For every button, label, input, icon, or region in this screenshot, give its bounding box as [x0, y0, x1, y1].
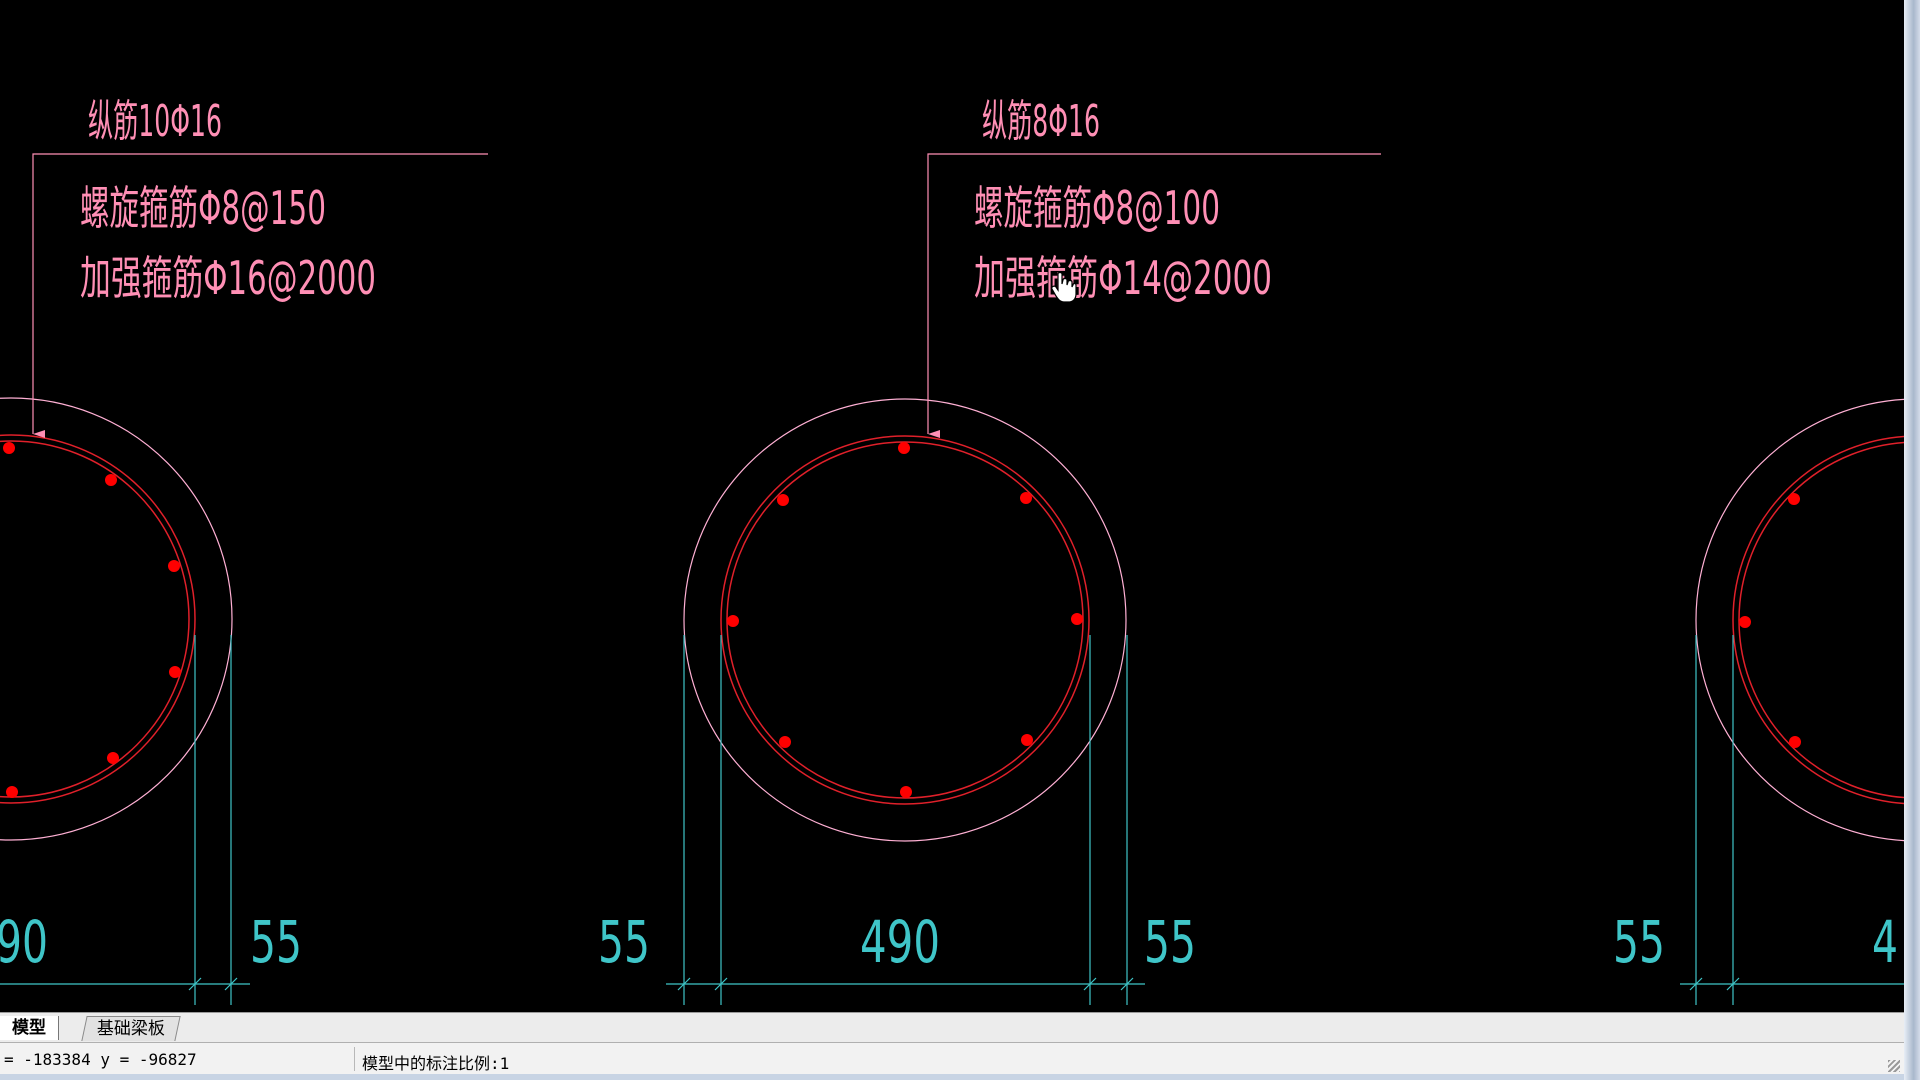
- coordinate-readout: = -183384 y = -96827: [4, 1050, 197, 1069]
- drawing-svg[interactable]: 纵筋10Φ16 螺旋箍筋Φ8@150 加强箍筋Φ16@2000 90 55 纵筋…: [0, 0, 1904, 1012]
- left-longitudinal-label: 纵筋10Φ16: [88, 96, 222, 147]
- window-right-edge: [1904, 0, 1920, 1080]
- middle-rebar-dots: [727, 442, 1083, 798]
- status-bar: = -183384 y = -96827 模型中的标注比例:1: [0, 1042, 1904, 1075]
- rebar-dot: [779, 736, 791, 748]
- left-dim-cover: 55: [250, 908, 302, 976]
- tab-model[interactable]: 模型: [0, 1016, 59, 1040]
- resize-grip-icon[interactable]: [1888, 1060, 1900, 1072]
- rebar-dot: [898, 442, 910, 454]
- status-separator: [354, 1047, 355, 1071]
- middle-reinforce-label: 加强箍筋Φ14@2000: [974, 251, 1272, 305]
- rebar-dot: [1788, 493, 1800, 505]
- right-dim-inner: 4: [1872, 908, 1898, 976]
- window-bottom-edge: [0, 1074, 1904, 1080]
- rebar-dot: [1789, 736, 1801, 748]
- rebar-dot: [1071, 613, 1083, 625]
- drawing-canvas[interactable]: 纵筋10Φ16 螺旋箍筋Φ8@150 加强箍筋Φ16@2000 90 55 纵筋…: [0, 0, 1904, 1012]
- rebar-dot: [1739, 616, 1751, 628]
- rebar-dot: [168, 560, 180, 572]
- left-dim-inner: 90: [0, 908, 48, 976]
- middle-stirrup-outer: [720, 435, 1090, 805]
- tab-model-label: 模型: [12, 1018, 46, 1038]
- left-reinforce-label: 加强箍筋Φ16@2000: [80, 251, 376, 305]
- left-stirrup-outer: [0, 434, 196, 804]
- left-stirrup-inner: [0, 440, 190, 798]
- column-section-right: 55 4: [1613, 398, 1904, 1005]
- right-stirrup-outer: [1732, 435, 1904, 805]
- annotation-scale-note: 模型中的标注比例:1: [362, 1054, 510, 1073]
- right-stirrup-inner: [1738, 441, 1904, 799]
- rebar-dot: [6, 786, 18, 798]
- middle-dim-inner: 490: [860, 908, 940, 976]
- rebar-dot: [900, 786, 912, 798]
- left-spiral-label: 螺旋箍筋Φ8@150: [80, 181, 326, 235]
- rebar-dot: [169, 666, 181, 678]
- right-outer-circle: [1695, 398, 1904, 842]
- column-section-left: 纵筋10Φ16 螺旋箍筋Φ8@150 加强箍筋Φ16@2000 90 55: [0, 96, 488, 1005]
- left-rebar-dots: [3, 442, 181, 798]
- middle-dim-right-cover: 55: [1144, 908, 1196, 976]
- rebar-dot: [727, 615, 739, 627]
- tab-layout-label: 基础梁板: [96, 1019, 165, 1039]
- middle-spiral-label: 螺旋箍筋Φ8@100: [974, 181, 1220, 235]
- rebar-dot: [1020, 492, 1032, 504]
- left-outer-circle: [0, 397, 233, 841]
- rebar-dot: [1021, 734, 1033, 746]
- tab-layout[interactable]: 基础梁板: [81, 1016, 181, 1041]
- layout-tab-bar: 模型 基础梁板: [0, 1012, 1904, 1043]
- rebar-dot: [3, 442, 15, 454]
- rebar-dot: [105, 474, 117, 486]
- right-dim-left-cover: 55: [1613, 908, 1665, 976]
- rebar-dot: [107, 752, 119, 764]
- middle-outer-circle: [683, 398, 1127, 842]
- column-section-middle: 纵筋8Φ16 螺旋箍筋Φ8@100 加强箍筋Φ14@2000 55 490 55: [598, 96, 1381, 1005]
- rebar-dot: [777, 494, 789, 506]
- middle-longitudinal-label: 纵筋8Φ16: [982, 96, 1100, 147]
- right-rebar-dots: [1739, 493, 1801, 748]
- middle-dim-left-cover: 55: [598, 908, 650, 976]
